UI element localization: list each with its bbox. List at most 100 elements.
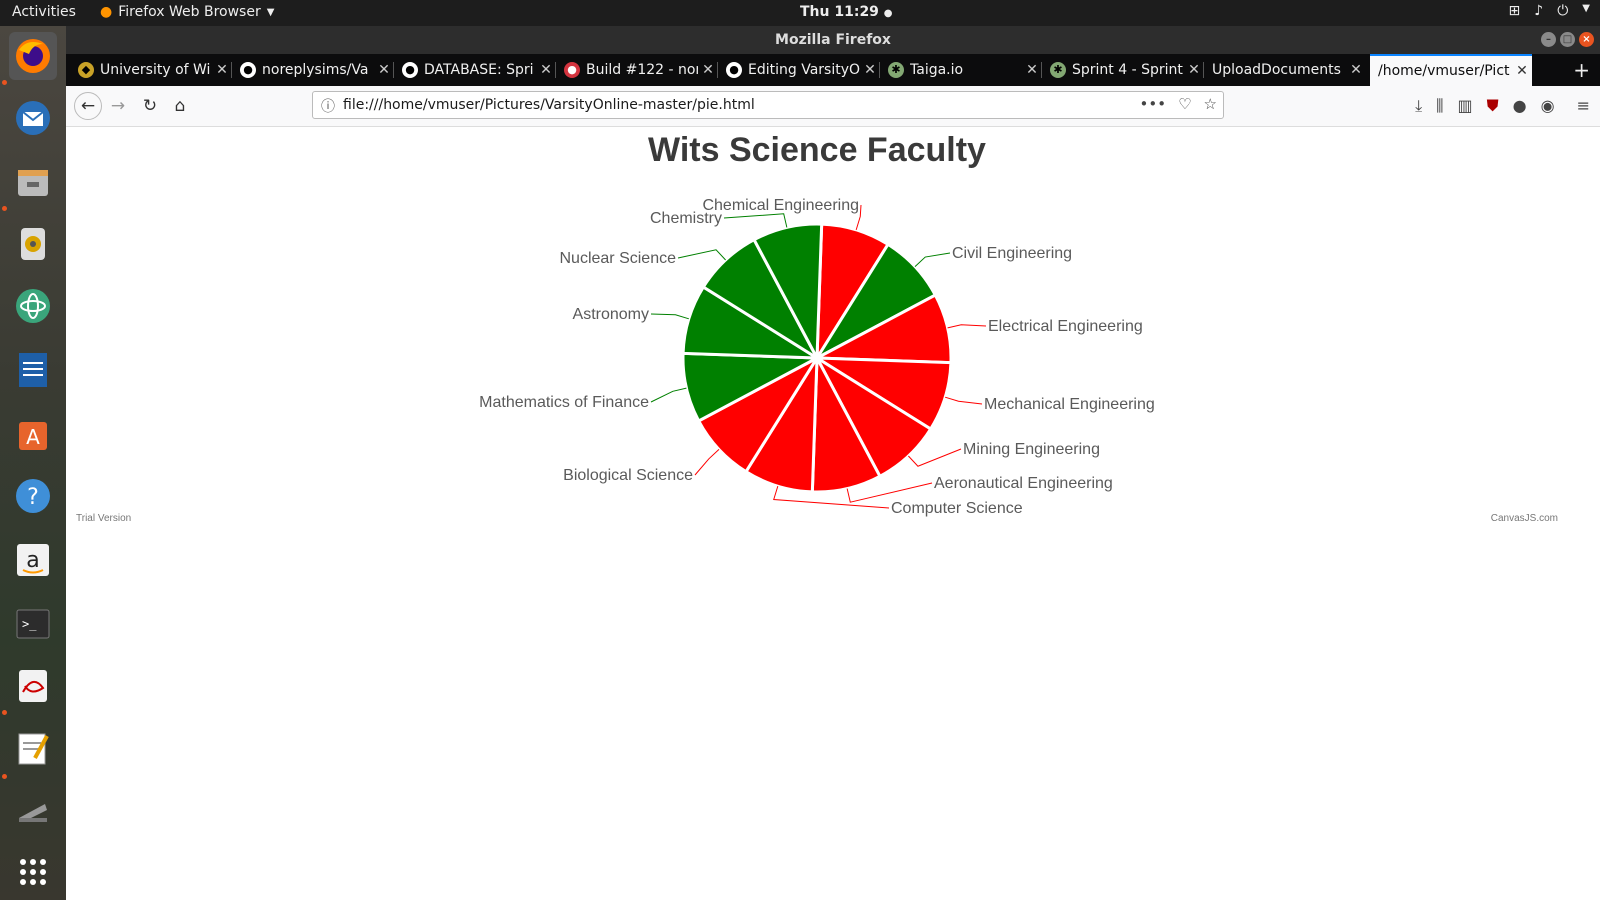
software-icon[interactable]: A <box>9 410 57 458</box>
minimize-icon[interactable]: – <box>1541 32 1556 47</box>
tab-label: UploadDocuments <box>1212 62 1341 78</box>
leader-line <box>650 387 687 403</box>
power-icon[interactable]: ⏻ <box>1557 3 1568 19</box>
clock[interactable]: Thu 11:29 ● <box>800 4 893 20</box>
tab-label: /home/vmuser/Pict <box>1378 63 1510 79</box>
tab-label: Taiga.io <box>910 62 964 78</box>
extension-icon[interactable]: ● <box>1513 96 1527 116</box>
tab-upload-documents[interactable]: UploadDocuments ✕ <box>1204 54 1366 86</box>
forward-icon[interactable]: → <box>106 94 130 118</box>
window-titlebar[interactable]: Mozilla Firefox – □ × <box>66 26 1600 54</box>
leader-line <box>944 396 983 405</box>
hamburger-menu-icon[interactable]: ≡ <box>1577 96 1590 116</box>
app-menu[interactable]: ● Firefox Web Browser ▼ <box>100 4 274 20</box>
maximize-icon[interactable]: □ <box>1560 32 1575 47</box>
slice-label: Nuclear Science <box>560 250 677 267</box>
pocket-icon[interactable]: ♡ <box>1178 95 1191 113</box>
text-editor-icon[interactable] <box>9 724 57 772</box>
reload-icon[interactable]: ↻ <box>138 94 162 118</box>
leader-line <box>694 449 720 476</box>
taiga-icon: ✱ <box>1050 62 1066 78</box>
files-icon[interactable] <box>9 158 57 206</box>
network-icon[interactable]: ⊞ <box>1509 3 1521 19</box>
tab-label: noreplysims/Va <box>262 62 369 78</box>
url-bar[interactable]: ⓘ file:///home/vmuser/Pictures/VarsityOn… <box>312 91 1224 119</box>
terminal-icon[interactable]: >_ <box>9 600 57 648</box>
github-icon: ● <box>726 62 742 78</box>
library-icon[interactable]: ⫼ <box>1436 96 1443 116</box>
notification-dot-icon: ● <box>883 8 893 19</box>
bookmark-star-icon[interactable]: ☆ <box>1204 95 1217 113</box>
site-info-icon[interactable]: ⓘ <box>321 96 335 116</box>
slice-label: Chemistry <box>650 210 722 227</box>
home-icon[interactable]: ⌂ <box>168 94 192 118</box>
activities-button[interactable]: Activities <box>12 4 76 20</box>
running-indicator <box>2 774 7 779</box>
pie-center <box>813 354 821 362</box>
new-tab-icon[interactable]: + <box>1573 58 1590 82</box>
slice-label: Chemical Engineering <box>702 197 859 214</box>
tab-label: Sprint 4 - Sprint <box>1072 62 1183 78</box>
tab-university[interactable]: ◆ University of Wi ✕ <box>70 54 232 86</box>
navigation-bar: ← → ↻ ⌂ ⓘ file:///home/vmuser/Pictures/V… <box>66 86 1600 127</box>
dropdown-arrow-icon: ▼ <box>266 6 275 18</box>
tab-pie-html[interactable]: /home/vmuser/Pict ✕ <box>1370 54 1532 86</box>
tab-noreplysims[interactable]: ● noreplysims/Va ✕ <box>232 54 394 86</box>
back-icon[interactable]: ← <box>74 92 102 120</box>
tab-label: Editing VarsityO <box>748 62 860 78</box>
sidebar-icon[interactable]: ▥ <box>1458 96 1473 116</box>
slice-label: Astronomy <box>573 306 649 323</box>
close-tab-icon[interactable]: ✕ <box>860 62 880 78</box>
account-icon[interactable]: ◉ <box>1541 96 1555 116</box>
slice-label: Biological Science <box>563 467 693 484</box>
tab-database[interactable]: ● DATABASE: Spri ✕ <box>394 54 556 86</box>
wits-icon: ◆ <box>78 62 94 78</box>
running-indicator <box>2 206 7 211</box>
tray-menu-arrow-icon[interactable]: ▼ <box>1582 3 1590 19</box>
close-tab-icon[interactable]: ✕ <box>536 62 556 78</box>
window-controls: – □ × <box>1541 32 1594 47</box>
tab-editing[interactable]: ● Editing VarsityO ✕ <box>718 54 880 86</box>
close-tab-icon[interactable]: ✕ <box>1022 62 1042 78</box>
page-actions-icon[interactable]: ••• <box>1140 95 1167 113</box>
launcher-dock: A ? a >_ <box>0 26 66 900</box>
canvasjs-credit-link[interactable]: CanvasJS.com <box>1491 513 1558 524</box>
close-tab-icon[interactable]: ✕ <box>1512 63 1532 79</box>
slice-label: Computer Science <box>891 500 1023 517</box>
thunderbird-icon[interactable] <box>9 94 57 142</box>
leader-line <box>677 249 726 261</box>
app-menu-label: Firefox Web Browser <box>118 4 261 20</box>
help-icon[interactable]: ? <box>9 472 57 520</box>
url-text[interactable]: file:///home/vmuser/Pictures/VarsityOnli… <box>343 97 755 113</box>
volume-icon[interactable]: ♪ <box>1534 3 1543 19</box>
amazon-icon[interactable]: a <box>9 536 57 584</box>
ublock-icon[interactable]: ⛊ <box>1487 96 1499 116</box>
pie-chart: Chemical Engineering Civil Engineering Ele… <box>479 197 1155 517</box>
firefox-icon[interactable] <box>9 32 57 80</box>
slice-label: Electrical Engineering <box>988 318 1143 335</box>
close-tab-icon[interactable]: ✕ <box>1184 62 1204 78</box>
tab-taiga[interactable]: ✱ Taiga.io ✕ <box>880 54 1042 86</box>
tab-build[interactable]: ● Build #122 - nor ✕ <box>556 54 718 86</box>
tab-sprint[interactable]: ✱ Sprint 4 - Sprint ✕ <box>1042 54 1204 86</box>
github-icon: ● <box>240 62 256 78</box>
close-tab-icon[interactable]: ✕ <box>1346 62 1366 78</box>
downloads-icon[interactable]: ⤓ <box>1415 96 1422 116</box>
writer-icon[interactable] <box>9 346 57 394</box>
pdf-viewer-icon[interactable] <box>9 662 57 710</box>
tab-label: DATABASE: Spri <box>424 62 534 78</box>
close-window-icon[interactable]: × <box>1579 32 1594 47</box>
github-icon: ● <box>402 62 418 78</box>
system-tray[interactable]: ⊞ ♪ ⏻ ▼ <box>1509 3 1590 19</box>
taiga-icon: ✱ <box>888 62 904 78</box>
close-tab-icon[interactable]: ✕ <box>698 62 718 78</box>
app-grid-icon[interactable] <box>9 848 57 896</box>
leader-line <box>723 213 788 228</box>
scanner-icon[interactable] <box>9 786 57 834</box>
close-tab-icon[interactable]: ✕ <box>374 62 394 78</box>
atom-icon[interactable] <box>9 282 57 330</box>
tab-label: Build #122 - nor <box>586 62 698 78</box>
rhythmbox-icon[interactable] <box>9 220 57 268</box>
close-tab-icon[interactable]: ✕ <box>212 62 232 78</box>
window-title: Mozilla Firefox <box>775 32 891 48</box>
